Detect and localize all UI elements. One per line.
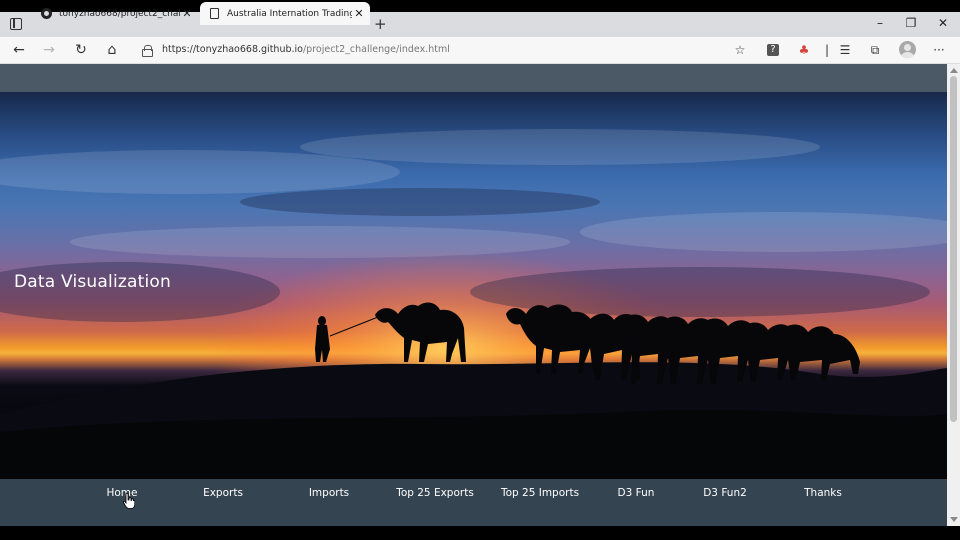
lock-icon[interactable] <box>142 45 153 57</box>
address-bar[interactable]: https://tonyzhao668.github.io/project2_c… <box>130 40 760 61</box>
tab-label: Australia Internation Trading Rep <box>227 8 352 19</box>
tab-label: tonyzhao668/project2_challenge <box>59 8 180 19</box>
forward-icon[interactable]: → <box>40 41 58 59</box>
back-icon[interactable]: ← <box>10 41 28 59</box>
nav-link-d3-fun2[interactable]: D3 Fun2 <box>703 487 747 499</box>
main-nav: Home Exports Imports Top 25 Exports Top … <box>0 479 947 526</box>
nav-link-imports[interactable]: Imports <box>309 487 349 499</box>
refresh-icon[interactable]: ↻ <box>72 41 90 59</box>
window-menu-icon[interactable] <box>10 18 22 30</box>
profile-avatar-icon[interactable] <box>899 41 916 58</box>
hero-title: Data Visualization <box>14 272 171 292</box>
help-extension-icon[interactable]: ? <box>767 44 779 56</box>
tab-current[interactable]: Australia Internation Trading Rep ✕ <box>200 2 370 25</box>
url-text[interactable]: https://tonyzhao668.github.io/project2_c… <box>162 44 450 55</box>
nav-link-exports[interactable]: Exports <box>203 487 243 499</box>
github-icon <box>40 8 52 20</box>
home-icon[interactable]: ⌂ <box>103 41 121 59</box>
favorite-add-icon[interactable]: ☆ <box>732 42 748 58</box>
nav-link-thanks[interactable]: Thanks <box>804 487 842 499</box>
favorites-icon[interactable]: ☰ <box>837 42 853 58</box>
tab-github[interactable]: tonyzhao668/project2_challenge ✕ <box>32 2 198 25</box>
tab-close-icon[interactable]: ✕ <box>180 7 194 20</box>
vertical-scrollbar[interactable] <box>947 64 960 526</box>
restore-icon[interactable]: ❐ <box>896 12 926 37</box>
hero-banner: Data Visualization <box>0 92 947 479</box>
top-header-band <box>0 64 947 92</box>
nav-link-top-25-exports[interactable]: Top 25 Exports <box>396 487 474 499</box>
new-tab-icon[interactable]: + <box>374 14 387 34</box>
nav-link-d3-fun[interactable]: D3 Fun <box>618 487 655 499</box>
browser-toolbar: ← → ↻ ⌂ https://tonyzhao668.github.io/pr… <box>0 37 960 64</box>
extension-icon[interactable]: ♣ <box>796 42 812 58</box>
separator-icon: | <box>824 43 830 57</box>
hand-cursor-icon <box>123 493 135 509</box>
scroll-thumb[interactable] <box>950 76 957 422</box>
scroll-up-icon[interactable] <box>950 68 958 73</box>
nav-link-top-25-imports[interactable]: Top 25 Imports <box>501 487 579 499</box>
tab-close-icon[interactable]: ✕ <box>352 7 366 20</box>
page-viewport: Data Visualization Home Exports Imports … <box>0 64 947 526</box>
page-icon <box>208 8 220 20</box>
close-window-icon[interactable]: ✕ <box>928 12 958 37</box>
more-menu-icon[interactable]: ··· <box>931 42 947 58</box>
collections-icon[interactable]: ⧉ <box>867 42 883 58</box>
scroll-down-icon[interactable] <box>950 517 958 522</box>
minimize-icon[interactable]: – <box>865 12 895 37</box>
